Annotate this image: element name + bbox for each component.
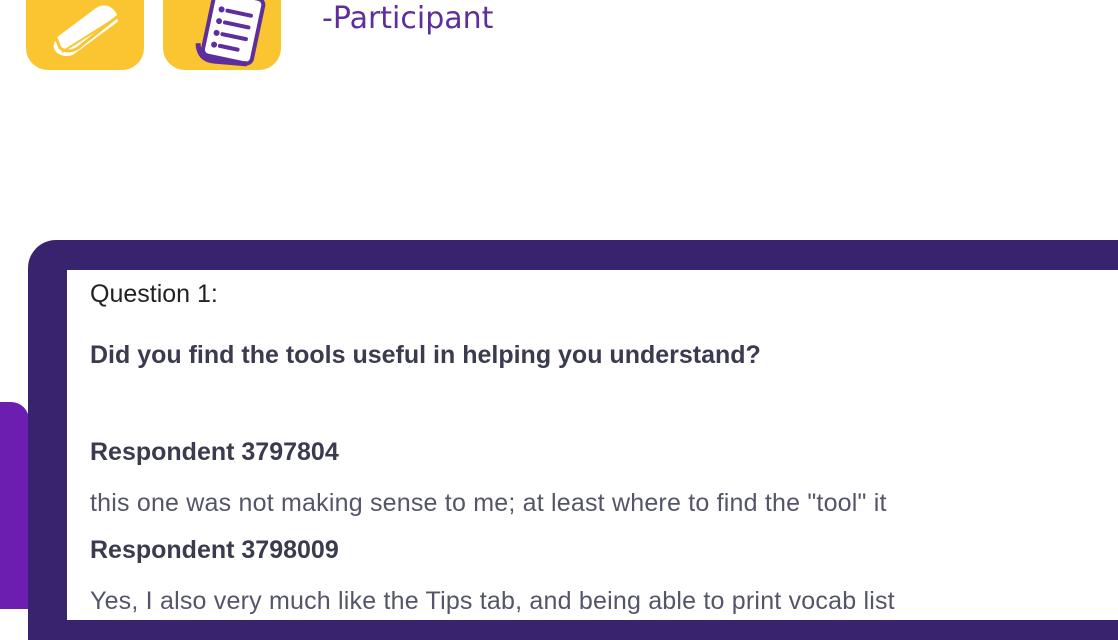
question-text: Did you find the tools useful in helping… [90,341,761,369]
respondent-id: Respondent 3798009 [90,536,339,564]
question-number: Question 1: [90,280,218,308]
respondent-id: Respondent 3797804 [90,438,339,466]
response-text: Yes, I also very much like the Tips tab,… [90,587,895,615]
question-card: Question 1: Did you find the tools usefu… [67,270,1118,620]
response-text: this one was not making sense to me; at … [90,489,887,517]
list-document-icon[interactable] [163,0,281,70]
book-icon[interactable] [26,0,144,70]
side-accent-bar [0,402,29,609]
participant-label: -Participant [322,1,494,36]
